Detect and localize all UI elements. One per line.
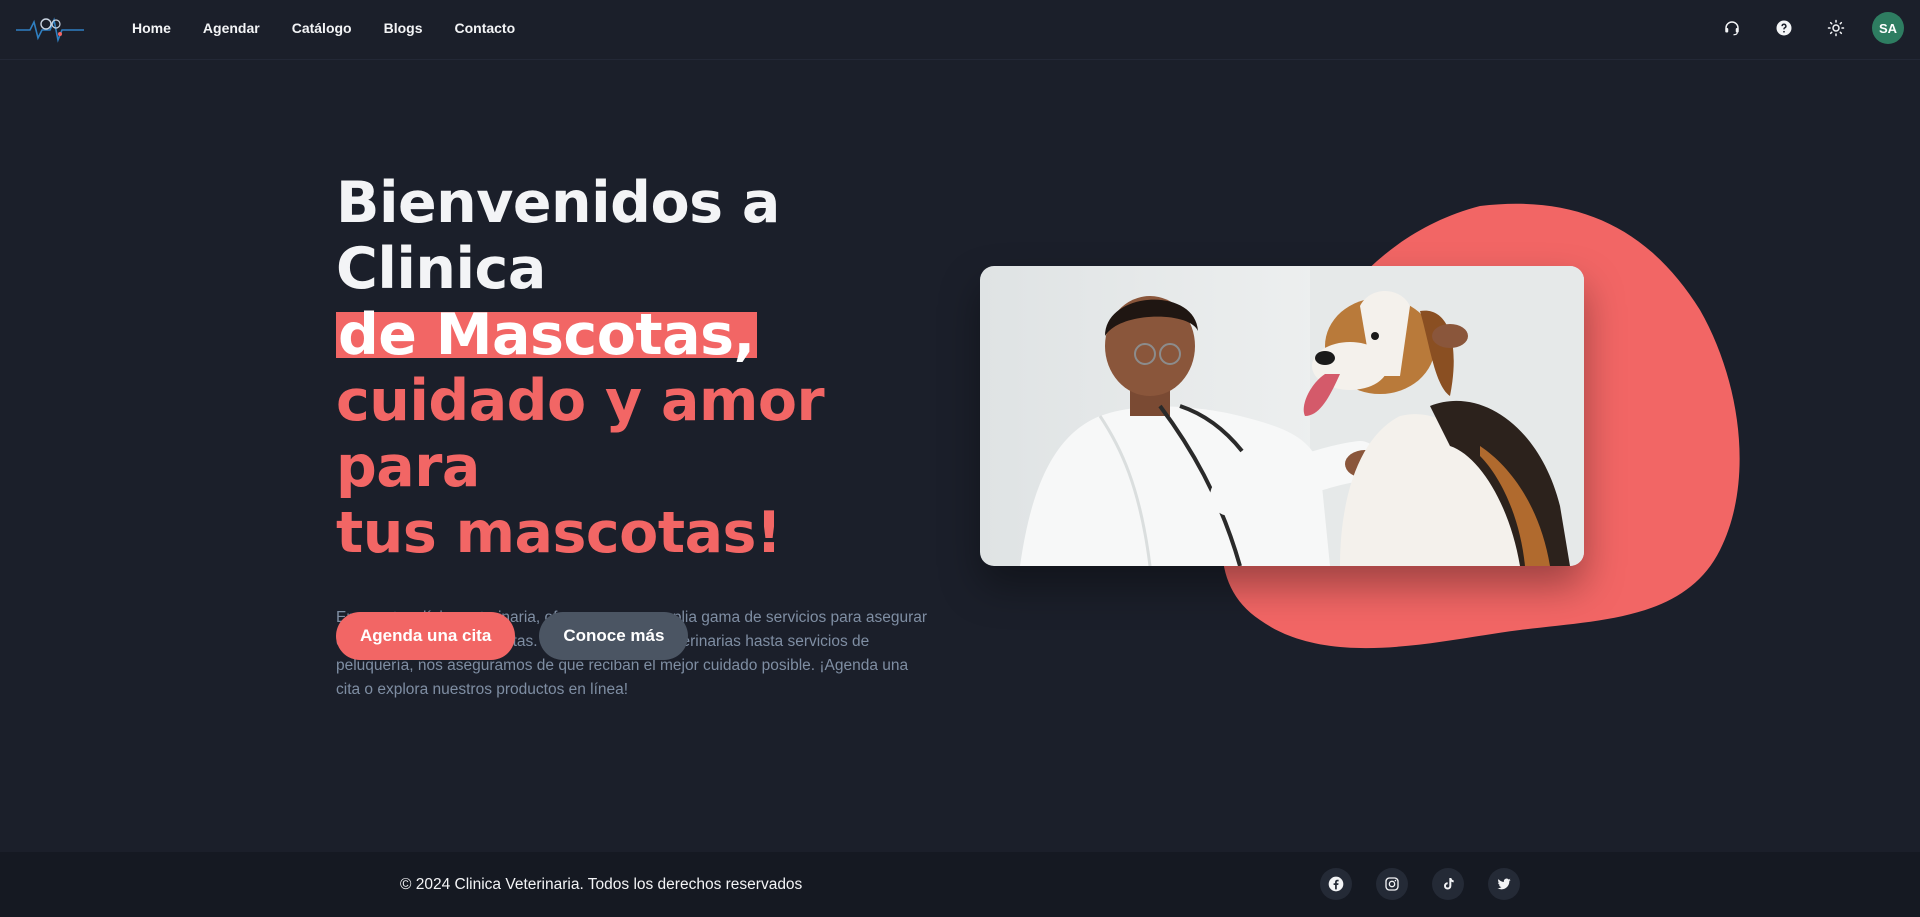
hero-title-line3: cuidado y amor para: [336, 368, 825, 500]
hero-title-line1: Bienvenidos a Clinica: [336, 170, 780, 302]
top-navbar: Home Agendar Catálogo Blogs Contacto SA: [0, 0, 1920, 60]
instagram-icon: [1385, 877, 1399, 891]
theme-toggle-button[interactable]: [1820, 12, 1852, 44]
support-button[interactable]: [1716, 12, 1748, 44]
twitter-link[interactable]: [1488, 868, 1520, 900]
site-footer: © 2024 Clinica Veterinaria. Todos los de…: [0, 852, 1920, 917]
header-actions: SA: [1716, 12, 1904, 44]
help-button[interactable]: [1768, 12, 1800, 44]
social-links: [1320, 868, 1520, 900]
clinic-logo[interactable]: [16, 12, 84, 48]
twitter-icon: [1497, 878, 1511, 890]
support-icon: [1725, 21, 1739, 36]
copyright-text: © 2024 Clinica Veterinaria. Todos los de…: [400, 876, 803, 893]
nav-contacto[interactable]: Contacto: [454, 20, 515, 36]
book-appointment-button[interactable]: Agenda una cita: [336, 612, 516, 660]
tiktok-link[interactable]: [1432, 868, 1464, 900]
tiktok-icon: [1444, 878, 1454, 890]
facebook-link[interactable]: [1320, 868, 1352, 900]
vet-dog-illustration: [980, 266, 1584, 566]
hero-title-highlight: de Mascotas,: [336, 302, 757, 368]
user-avatar[interactable]: SA: [1872, 12, 1904, 44]
hero-title-line4: tus mascotas!: [336, 500, 782, 566]
learn-more-button[interactable]: Conoce más: [539, 612, 689, 660]
nav-blogs[interactable]: Blogs: [384, 20, 423, 36]
main-nav: Home Agendar Catálogo Blogs Contacto: [132, 0, 515, 56]
heartbeat-paw-logo-icon: [16, 17, 84, 43]
hero-buttons: Agenda una cita Conoce más: [336, 612, 689, 660]
vet-with-dog-image: [980, 266, 1584, 566]
hero-title: Bienvenidos a Clinica de Mascotas, cuida…: [336, 170, 936, 566]
theme-sun-icon: [1827, 19, 1845, 37]
nav-agendar[interactable]: Agendar: [203, 20, 260, 36]
nav-home[interactable]: Home: [132, 20, 171, 36]
help-icon: [1776, 20, 1792, 36]
facebook-icon: [1328, 876, 1344, 892]
nav-catalogo[interactable]: Catálogo: [292, 20, 352, 36]
instagram-link[interactable]: [1376, 868, 1408, 900]
